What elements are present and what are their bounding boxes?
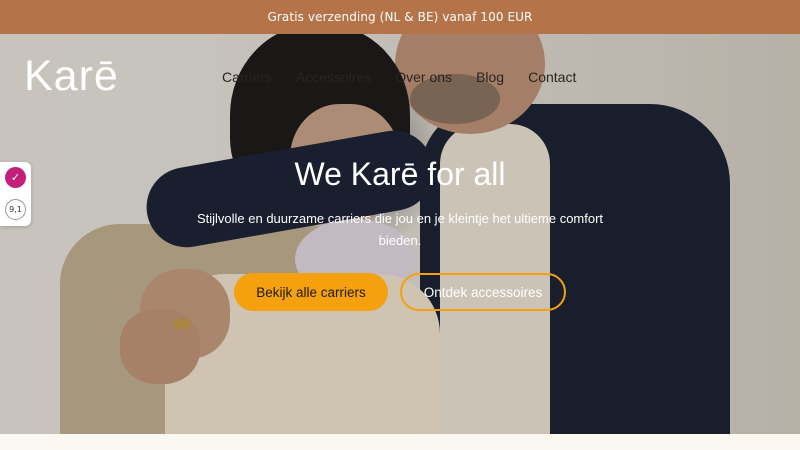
view-carriers-button[interactable]: Bekijk alle carriers bbox=[234, 273, 388, 311]
nav-item-contact[interactable]: Contact bbox=[528, 69, 576, 85]
announcement-bar: Gratis verzending (NL & BE) vanaf 100 EU… bbox=[0, 0, 800, 34]
announcement-text: Gratis verzending (NL & BE) vanaf 100 EU… bbox=[267, 10, 533, 24]
nav-item-carriers[interactable]: Carriers bbox=[222, 69, 272, 85]
next-section-edge bbox=[0, 434, 800, 450]
nav-item-accessoires[interactable]: Accessoires bbox=[296, 69, 371, 85]
nav-item-over-ons[interactable]: Over ons bbox=[395, 69, 452, 85]
review-score: 9,1 bbox=[5, 199, 26, 220]
discover-accessories-button[interactable]: Ontdek accessoires bbox=[400, 273, 566, 311]
main-nav: Carriers Accessoires Over ons Blog Conta… bbox=[222, 69, 576, 85]
brand-logo[interactable]: Karē bbox=[24, 52, 119, 101]
hero-title: We Karē for all bbox=[294, 156, 506, 192]
nav-item-blog[interactable]: Blog bbox=[476, 69, 504, 85]
hero-subtitle: Stijlvolle en duurzame carriers die jou … bbox=[196, 211, 604, 248]
